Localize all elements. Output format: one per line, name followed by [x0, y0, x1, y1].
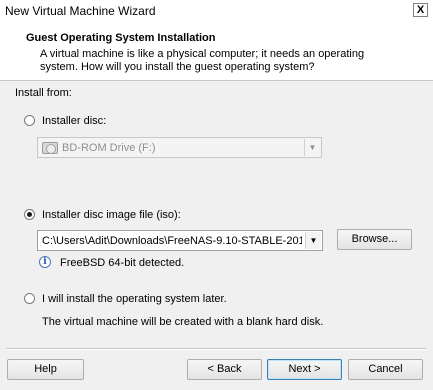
installer-disc-radio[interactable]	[24, 115, 35, 126]
iso-radio[interactable]	[24, 209, 35, 220]
iso-path-value: C:\Users\Adit\Downloads\FreeNAS-9.10-STA…	[42, 235, 302, 247]
wizard-header: Guest Operating System Installation A vi…	[0, 22, 433, 81]
iso-path-combobox[interactable]: C:\Users\Adit\Downloads\FreeNAS-9.10-STA…	[37, 230, 323, 251]
close-icon: X	[416, 4, 425, 16]
page-description: A virtual machine is like a physical com…	[40, 48, 365, 73]
window-title: New Virtual Machine Wizard	[5, 4, 156, 18]
chevron-down-icon[interactable]: ▼	[304, 139, 320, 156]
next-button[interactable]: Next >	[267, 359, 342, 380]
install-later-note: The virtual machine will be created with…	[42, 316, 324, 328]
installer-disc-dropdown[interactable]: BD-ROM Drive (F:) ▼	[37, 137, 322, 158]
installer-disc-label[interactable]: Installer disc:	[42, 115, 106, 127]
footer-divider	[6, 348, 427, 350]
page-title: Guest Operating System Installation	[26, 32, 216, 44]
close-button[interactable]: X	[413, 3, 428, 17]
title-bar: New Virtual Machine Wizard X	[0, 0, 433, 23]
cancel-button[interactable]: Cancel	[348, 359, 423, 380]
iso-label[interactable]: Installer disc image file (iso):	[42, 209, 181, 221]
install-later-radio[interactable]	[24, 293, 35, 304]
browse-button[interactable]: Browse...	[337, 229, 412, 250]
back-button[interactable]: < Back	[187, 359, 262, 380]
installer-disc-value: BD-ROM Drive (F:)	[62, 142, 156, 154]
optical-drive-icon	[42, 142, 58, 154]
info-icon: i	[39, 256, 51, 268]
help-button[interactable]: Help	[7, 359, 84, 380]
detected-os-text: FreeBSD 64-bit detected.	[60, 257, 185, 269]
install-from-label: Install from:	[15, 87, 72, 99]
install-later-label[interactable]: I will install the operating system late…	[42, 293, 227, 305]
chevron-down-icon[interactable]: ▼	[305, 232, 321, 249]
